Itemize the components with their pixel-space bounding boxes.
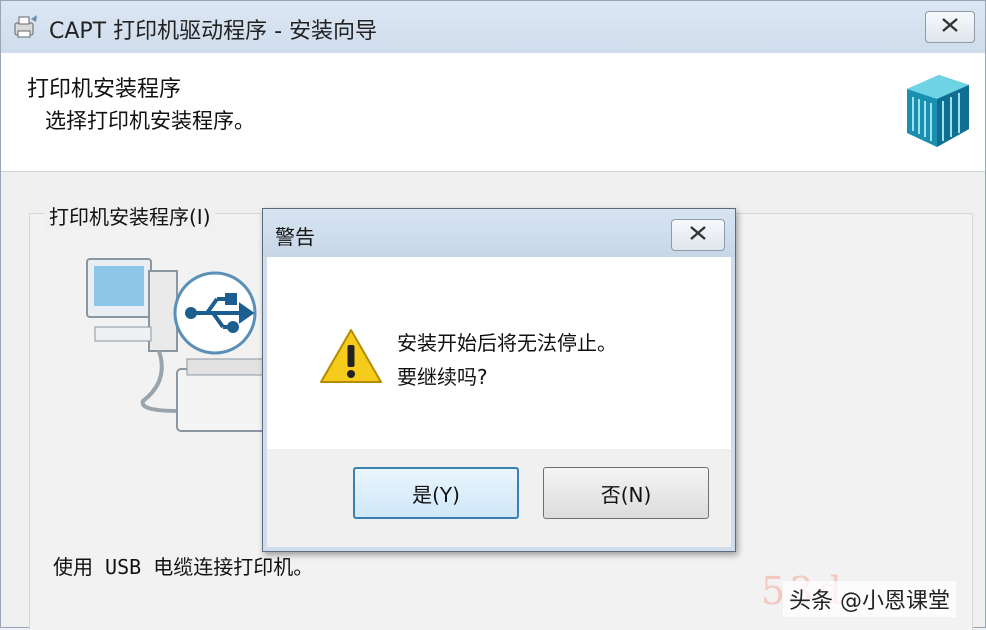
warning-icon (319, 327, 383, 385)
yes-button[interactable]: 是(Y) (353, 467, 519, 519)
dialog-button-bar: 是(Y) 否(N) (267, 449, 731, 547)
window-title: CAPT 打印机驱动程序 - 安装向导 (49, 19, 378, 44)
header-subtitle: 选择打印机安装程序。 (45, 109, 255, 133)
dialog-titlebar: 警告 (263, 209, 735, 257)
no-button[interactable]: 否(N) (543, 467, 709, 519)
close-icon (940, 17, 960, 37)
computer-usb-printer-illustration (79, 251, 279, 441)
dialog-message-area: 安装开始后将无法停止。 要继续吗? (267, 257, 731, 449)
printer-setup-icon (11, 13, 39, 41)
watermark: 头条 @小恩课堂 (783, 581, 956, 617)
dialog-title: 警告 (275, 225, 315, 249)
dialog-close-button[interactable] (671, 219, 725, 251)
window-close-button[interactable] (925, 11, 975, 43)
dialog-message-line1: 安装开始后将无法停止。 (397, 331, 617, 355)
close-icon (688, 225, 708, 245)
usb-connection-text: 使用 USB 电缆连接打印机。 (53, 555, 314, 579)
header-title: 打印机安装程序 (27, 77, 182, 102)
section-label: 打印机安装程序(I) (45, 201, 215, 230)
dialog-message-line2: 要继续吗? (397, 365, 488, 389)
warning-dialog: 警告 安装开始后将无法停止。 要继续吗? 是(Y) 否(N) (262, 208, 736, 552)
blue-cube-logo-icon (899, 63, 973, 153)
wizard-header: 打印机安装程序 选择打印机安装程序。 (1, 53, 985, 172)
window-titlebar: CAPT 打印机驱动程序 - 安装向导 (1, 1, 985, 54)
